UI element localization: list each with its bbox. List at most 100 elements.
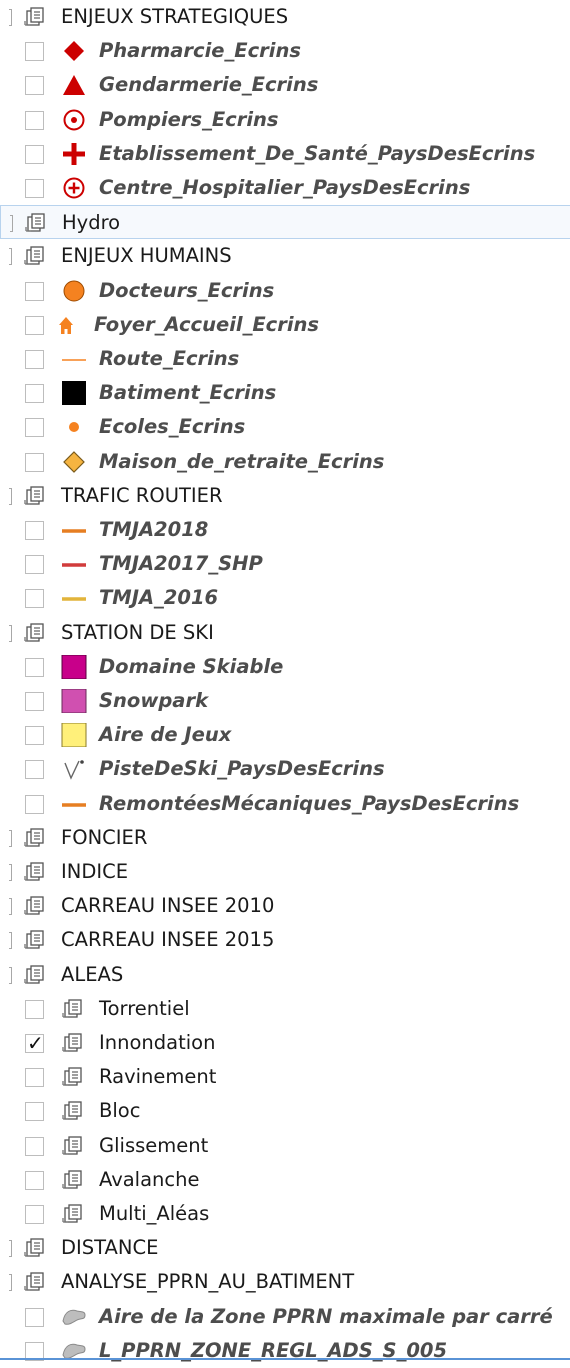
layer-row[interactable]: Centre_Hospitalier_PaysDesEcrins	[0, 171, 570, 205]
layer-group-icon	[23, 1236, 49, 1260]
layer-group-icon	[23, 244, 49, 268]
layer-label: Pompiers_Ecrins	[99, 107, 279, 131]
layer-visibility-checkbox[interactable]: ✓	[25, 1031, 44, 1055]
layer-row[interactable]: L_PPRN_ZONE_REGL_ADS_S_005	[0, 1334, 570, 1368]
layer-row[interactable]: Bloc	[0, 1094, 570, 1128]
layer-row[interactable]: Domaine Skiable	[0, 650, 570, 684]
layer-group-icon	[23, 860, 49, 884]
layer-row[interactable]: Pharmarcie_Ecrins	[0, 34, 570, 68]
layer-visibility-checkbox[interactable]	[25, 110, 44, 130]
layer-visibility-checkbox[interactable]	[25, 589, 44, 609]
layer-label: Aire de la Zone PPRN maximale par carré	[99, 1304, 553, 1328]
layer-row[interactable]: Route_Ecrins	[0, 342, 570, 376]
layer-row[interactable]: Maison_de_retraite_Ecrins	[0, 445, 570, 479]
group-row[interactable]: ENJEUX HUMAINS	[0, 239, 570, 273]
layer-label: Pharmarcie_Ecrins	[99, 39, 301, 63]
group-row[interactable]: CARREAU INSEE 2015	[0, 923, 570, 957]
layer-visibility-checkbox[interactable]	[25, 418, 44, 438]
tree-branch-marker	[9, 966, 12, 984]
group-row[interactable]: STATION DE SKI	[0, 616, 570, 650]
orange-circle-icon	[61, 279, 87, 303]
layer-group-icon	[23, 894, 49, 918]
layer-label: CARREAU INSEE 2010	[61, 894, 275, 918]
layer-visibility-checkbox[interactable]	[25, 1136, 44, 1156]
layer-visibility-checkbox[interactable]	[25, 384, 44, 404]
layer-label: Route_Ecrins	[99, 347, 240, 370]
layer-visibility-checkbox[interactable]	[25, 726, 44, 746]
group-row[interactable]: INDICE	[0, 855, 570, 889]
layer-group-icon	[23, 963, 49, 987]
layer-visibility-checkbox[interactable]	[25, 1307, 44, 1327]
group-row[interactable]: ANALYSE_PPRN_AU_BATIMENT	[0, 1265, 570, 1299]
layer-row[interactable]: Foyer_Accueil_Ecrins	[0, 308, 570, 342]
layer-group-icon	[23, 928, 49, 952]
layer-row[interactable]: ✓ Innondation	[0, 1026, 570, 1060]
magenta-square-icon	[61, 654, 87, 679]
layer-row[interactable]: Docteurs_Ecrins	[0, 274, 570, 308]
layer-visibility-checkbox[interactable]	[25, 452, 44, 472]
group-row[interactable]: CARREAU INSEE 2010	[0, 889, 570, 923]
layer-visibility-checkbox[interactable]	[25, 555, 44, 575]
layer-visibility-checkbox[interactable]	[25, 144, 44, 164]
layer-visibility-checkbox[interactable]	[25, 692, 44, 711]
layer-label: Centre_Hospitalier_PaysDesEcrins	[99, 176, 471, 199]
group-row[interactable]: Hydro	[0, 205, 570, 240]
layer-row[interactable]: Pompiers_Ecrins	[0, 103, 570, 137]
group-row[interactable]: ALEAS	[0, 958, 570, 992]
group-row[interactable]: TRAFIC ROUTIER	[0, 479, 570, 513]
layer-visibility-checkbox[interactable]	[25, 1205, 44, 1224]
layer-visibility-checkbox[interactable]	[25, 1068, 44, 1088]
layer-row[interactable]: Aire de la Zone PPRN maximale par carré	[0, 1300, 570, 1334]
layer-row[interactable]: Glissement	[0, 1129, 570, 1163]
layer-row[interactable]: Batiment_Ecrins	[0, 376, 570, 410]
tree-branch-marker	[9, 932, 12, 950]
layer-visibility-checkbox[interactable]	[25, 42, 44, 62]
layer-row[interactable]: Multi_Aléas	[0, 1197, 570, 1231]
layer-row[interactable]: TMJA_2016	[0, 581, 570, 615]
layer-row[interactable]: Torrentiel	[0, 992, 570, 1026]
layer-visibility-checkbox[interactable]	[25, 657, 44, 677]
layer-row[interactable]: Etablissement_De_Santé_PaysDesEcrins	[0, 137, 570, 171]
layer-label: Torrentiel	[99, 996, 190, 1020]
layer-group-icon	[23, 1270, 49, 1294]
layer-label: Ecoles_Ecrins	[99, 415, 246, 439]
layer-visibility-checkbox[interactable]	[25, 281, 44, 301]
layer-row[interactable]: Avalanche	[0, 1163, 570, 1197]
group-row[interactable]: ENJEUX STRATEGIQUES	[0, 0, 570, 34]
orange-dot-icon	[61, 415, 87, 439]
layer-group-icon	[23, 5, 49, 29]
layer-visibility-checkbox[interactable]	[25, 1170, 44, 1190]
layer-row[interactable]: RemontéesMécaniques_PaysDesEcrins	[0, 787, 570, 821]
layer-row[interactable]: Ravinement	[0, 1060, 570, 1094]
layer-visibility-checkbox[interactable]	[25, 315, 44, 335]
layer-row[interactable]: TMJA2018	[0, 513, 570, 547]
layer-row[interactable]: Aire de Jeux	[0, 718, 570, 752]
layer-label: Etablissement_De_Santé_PaysDesEcrins	[99, 141, 536, 165]
layer-row[interactable]: Snowpark	[0, 684, 570, 718]
layer-visibility-checkbox[interactable]	[25, 794, 44, 814]
layer-label: Domaine Skiable	[99, 654, 284, 678]
group-row[interactable]: FONCIER	[0, 821, 570, 855]
layer-label: Multi_Aléas	[99, 1202, 210, 1225]
group-row[interactable]: DISTANCE	[0, 1231, 570, 1265]
layer-label: Aire de Jeux	[99, 723, 232, 747]
yellow-line-icon	[61, 586, 87, 610]
layer-row[interactable]: TMJA2017_SHP	[0, 547, 570, 581]
orange-line-icon	[61, 518, 87, 542]
layer-row[interactable]: Gendarmerie_Ecrins	[0, 68, 570, 102]
layer-visibility-checkbox[interactable]	[25, 1102, 44, 1122]
layer-label: ANALYSE_PPRN_AU_BATIMENT	[61, 1270, 355, 1294]
layer-row[interactable]: PisteDeSki_PaysDesEcrins	[0, 752, 570, 786]
orange-house-icon	[53, 313, 79, 337]
layer-visibility-checkbox[interactable]	[25, 350, 44, 369]
layer-label: TRAFIC ROUTIER	[61, 483, 223, 507]
layer-label: INDICE	[61, 860, 129, 883]
layer-tree: ENJEUX STRATEGIQUES Pharmarcie_Ecrins Gend…	[0, 0, 570, 1361]
layer-label: Gendarmerie_Ecrins	[99, 73, 319, 97]
layer-visibility-checkbox[interactable]	[25, 179, 44, 198]
layer-visibility-checkbox[interactable]	[25, 760, 44, 780]
layer-visibility-checkbox[interactable]	[25, 521, 44, 540]
layer-visibility-checkbox[interactable]	[25, 76, 44, 96]
layer-visibility-checkbox[interactable]	[25, 999, 44, 1019]
layer-row[interactable]: Ecoles_Ecrins	[0, 410, 570, 444]
